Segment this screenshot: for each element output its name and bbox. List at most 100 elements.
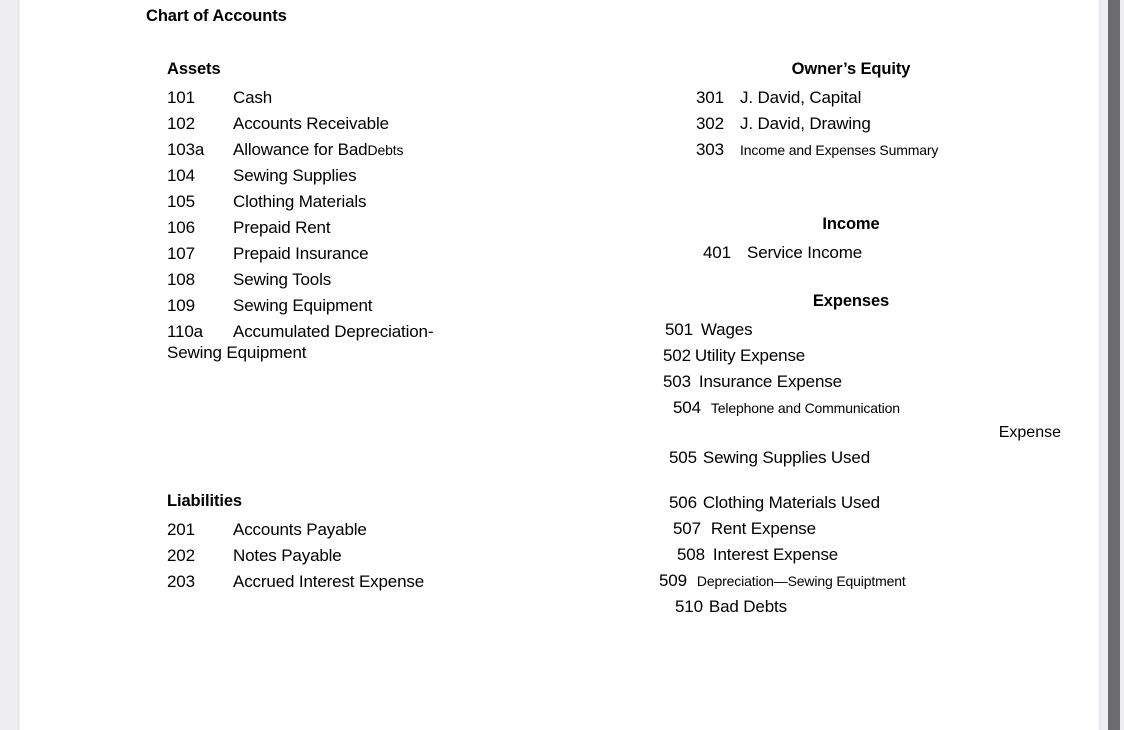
account-name: Wages <box>700 320 753 339</box>
account-row: 106 Prepaid Rent <box>167 215 433 241</box>
account-name-suffix: Debts <box>367 142 404 158</box>
account-name: Income and Expenses Summary <box>740 142 939 158</box>
vertical-scrollbar[interactable] <box>1101 0 1124 730</box>
account-number: 504 <box>673 398 701 417</box>
account-number: 506 <box>669 493 697 512</box>
account-number: 509 <box>659 571 687 590</box>
account-name: J. David, Drawing <box>740 114 871 133</box>
account-number: 109 <box>167 296 195 315</box>
account-number: 102 <box>167 114 195 133</box>
income-account-list: 401 Service Income <box>703 240 862 266</box>
account-name: J. David, Capital <box>740 88 862 107</box>
account-row: 302 J. David, Drawing <box>696 111 938 137</box>
account-number: 502 <box>663 346 691 365</box>
account-row: 201 Accounts Payable <box>167 517 424 543</box>
account-name: Sewing Supplies Used <box>702 448 871 467</box>
account-number: 201 <box>167 520 195 539</box>
account-number: 105 <box>167 192 195 211</box>
account-row: 507 Rent Expense <box>641 516 1061 542</box>
account-name: Insurance Expense <box>698 372 842 391</box>
document-viewport: Chart of Accounts Assets 101 Cash 102 Accou… <box>0 0 1124 730</box>
account-number: 110a <box>167 322 203 341</box>
owners-equity-account-list: 301 J. David, Capital 302 J. David, Drawing… <box>696 85 938 163</box>
account-row: 105 Clothing Materials <box>167 189 433 215</box>
account-number: 108 <box>167 270 195 289</box>
liabilities-account-list: 201 Accounts Payable 202 Notes Payable 203 Ac… <box>167 517 424 595</box>
assets-account-list: 101 Cash 102 Accounts Receivable 103a Allowan… <box>167 85 434 345</box>
account-name: Allowance for Bad <box>233 140 368 159</box>
account-number: 303 <box>696 140 724 159</box>
assets-continuation-line: Sewing Equipment <box>167 343 307 362</box>
account-row: 401 Service Income <box>703 240 862 266</box>
account-number: 302 <box>696 114 724 133</box>
account-number: 103a <box>167 140 205 159</box>
account-name: Sewing Equipment <box>233 296 373 315</box>
account-number: 508 <box>677 545 705 564</box>
section-heading-owners-equity: Owner’s Equity <box>791 60 911 78</box>
left-gutter <box>0 0 18 730</box>
account-name: Clothing Materials Used <box>702 493 880 512</box>
account-number: 203 <box>167 572 195 591</box>
account-row: 508 Interest Expense <box>641 542 1061 568</box>
account-number: 510 <box>675 597 703 616</box>
account-name: Sewing Tools <box>233 270 332 289</box>
account-row: 501 Wages <box>641 317 1061 343</box>
account-name: Rent Expense <box>710 519 816 538</box>
account-row: 504 Telephone and Communication <box>641 395 1061 421</box>
account-row: 505 Sewing Supplies Used <box>641 445 1061 471</box>
account-number: 505 <box>669 448 697 467</box>
account-number: 202 <box>167 546 195 565</box>
account-number: 503 <box>663 372 691 391</box>
page-sheet: Chart of Accounts Assets 101 Cash 102 Accou… <box>21 0 1097 730</box>
account-row: 103a Allowance for Bad Debts <box>167 137 433 163</box>
account-row: 301 J. David, Capital <box>696 85 938 111</box>
account-number: 301 <box>696 88 724 107</box>
account-row: 107 Prepaid Insurance <box>167 241 433 267</box>
account-name: Prepaid Insurance <box>233 244 369 263</box>
account-row: 108 Sewing Tools <box>167 267 433 293</box>
account-row: 109 Sewing Equipment <box>167 293 433 319</box>
account-number: 501 <box>665 320 693 339</box>
expenses-continuation-line: Expense <box>998 424 1061 441</box>
account-row: 202 Notes Payable <box>167 543 424 569</box>
account-name: Notes Payable <box>233 546 342 565</box>
account-number: 104 <box>167 166 195 185</box>
account-name: Depreciation—Sewing Equiptment <box>696 573 906 589</box>
section-heading-liabilities: Liabilities <box>167 492 243 510</box>
account-name: Accounts Receivable <box>233 114 389 133</box>
section-heading-income: Income <box>822 215 880 233</box>
account-name: Clothing Materials <box>233 192 367 211</box>
account-row: 510 Bad Debts <box>641 594 1061 620</box>
account-name: Accumulated Depreciation- <box>233 322 434 341</box>
account-row: 101 Cash <box>167 85 433 111</box>
account-name: Telephone and Communication <box>710 400 900 416</box>
account-name: Prepaid Rent <box>233 218 331 237</box>
expenses-account-list-lower: 506 Clothing Materials Used 507 Rent Expens… <box>641 490 1061 620</box>
account-name: Accrued Interest Expense <box>233 572 425 591</box>
account-row: 102 Accounts Receivable <box>167 111 433 137</box>
page-title: Chart of Accounts <box>146 7 287 25</box>
account-row: 110a Accumulated Depreciation- <box>167 319 434 345</box>
account-name: Utility Expense <box>694 346 806 365</box>
account-name: Service Income <box>747 243 863 262</box>
account-name: Sewing Supplies <box>233 166 357 185</box>
account-number: 507 <box>673 519 701 538</box>
account-number: 107 <box>167 244 195 263</box>
expenses-account-list-upper: 501 Wages 502 Utility Expense 503 Insurance E… <box>641 317 1061 471</box>
account-number: 401 <box>703 243 731 262</box>
account-name: Accounts Payable <box>233 520 367 539</box>
section-heading-expenses: Expenses <box>812 292 890 310</box>
section-heading-assets: Assets <box>167 60 221 78</box>
account-row: 203 Accrued Interest Expense <box>167 569 424 595</box>
account-name: Cash <box>233 88 273 107</box>
account-row: 509 Depreciation—Sewing Equiptment <box>641 568 1061 594</box>
account-name: Bad Debts <box>708 597 787 616</box>
account-row: 303 Income and Expenses Summary <box>696 137 938 163</box>
account-row: 502 Utility Expense <box>641 343 1061 369</box>
account-number: 101 <box>167 88 195 107</box>
account-row: 503 Insurance Expense <box>641 369 1061 395</box>
chart-of-accounts-document: Chart of Accounts Assets 101 Cash 102 Accou… <box>21 0 1097 730</box>
scrollbar-thumb[interactable] <box>1108 0 1120 730</box>
account-name: Interest Expense <box>712 545 839 564</box>
account-number: 106 <box>167 218 195 237</box>
